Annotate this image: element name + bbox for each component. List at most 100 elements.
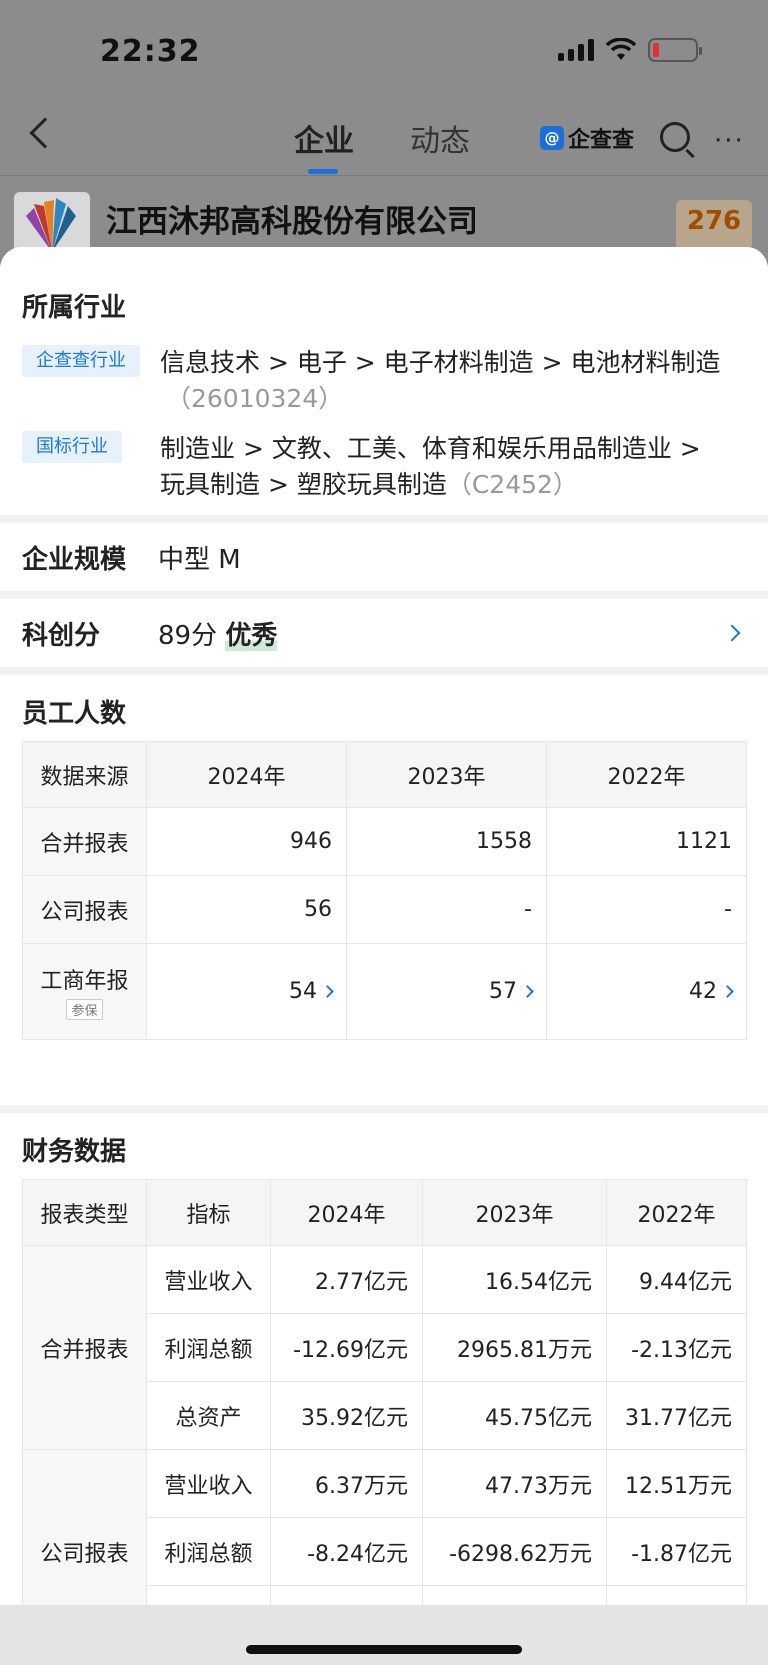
table-cell: 56 xyxy=(146,875,347,944)
insurance-tag: 参保 xyxy=(66,998,103,1020)
finance-table: 报表类型 指标 2024年 2023年 2022年 合并报表 营业收入 2.77… xyxy=(22,1179,747,1605)
brand-logo-icon: @ xyxy=(540,126,564,150)
chevron-right-icon xyxy=(521,985,534,998)
table-cell: 57 xyxy=(489,979,517,1004)
scale-row: 企业规模 中型 M xyxy=(0,523,768,591)
table-row-label: 公司报表 xyxy=(22,875,147,944)
table-row: 合并报表 946 1558 1121 xyxy=(22,807,747,876)
table-cell: 2965.81万元 xyxy=(422,1313,607,1382)
table-cell xyxy=(422,1585,607,1605)
table-row: 公司报表 营业收入 6.37万元 47.73万元 12.51万元 xyxy=(22,1449,747,1605)
qcc-industry-path[interactable]: 信息技术 > 电子 > 电子材料制造 > 电池材料制造 xyxy=(160,343,721,379)
table-header-row: 数据来源 2024年 2023年 2022年 xyxy=(22,741,747,808)
metric-cell: 利润总额 xyxy=(146,1517,271,1586)
tab-company[interactable]: 企业 xyxy=(294,116,354,174)
home-indicator-area xyxy=(0,1605,768,1665)
table-link-cell[interactable]: 42 xyxy=(546,943,747,1040)
divider xyxy=(0,667,768,675)
signal-icon xyxy=(558,39,594,61)
back-icon[interactable] xyxy=(29,117,61,149)
search-icon[interactable] xyxy=(660,122,690,152)
employees-section: 员工人数 数据来源 2024年 2023年 2022年 合并报表 946 155… xyxy=(0,675,768,1040)
table-cell: 45.75亿元 xyxy=(422,1381,607,1450)
metric-cell: 利润总额 xyxy=(146,1313,271,1382)
more-icon[interactable]: ··· xyxy=(714,126,745,156)
table-row-label: 工商年报 xyxy=(40,968,129,994)
brand-name: 企查查 xyxy=(568,128,635,153)
status-icons xyxy=(558,38,702,62)
industry-title: 所属行业 xyxy=(22,293,127,323)
metric-cell xyxy=(146,1585,271,1605)
table-row: 公司报表 56 - - xyxy=(22,875,747,944)
table-cell: 946 xyxy=(146,807,347,876)
divider xyxy=(0,591,768,599)
nav-bar: 企业 动态 @ 企查查 ··· xyxy=(0,100,768,176)
wifi-icon xyxy=(606,38,636,60)
chevron-right-icon xyxy=(721,985,734,998)
company-score-badge[interactable]: 276 xyxy=(676,200,752,250)
metric-cell: 营业收入 xyxy=(146,1245,271,1314)
tech-score-grade: 优秀 xyxy=(225,621,278,651)
employees-title: 员工人数 xyxy=(22,699,127,729)
table-header-cell: 2023年 xyxy=(346,741,547,808)
table-cell: 9.44亿元 xyxy=(606,1245,747,1314)
table-header-cell: 2024年 xyxy=(270,1179,423,1246)
table-cell: 1121 xyxy=(546,807,747,876)
table-header-cell: 指标 xyxy=(146,1179,271,1246)
report-type-cell: 公司报表 xyxy=(22,1449,147,1605)
table-cell: - xyxy=(546,875,747,944)
scale-value: 中型 M xyxy=(158,545,241,575)
industry-section: 所属行业 企查查行业 信息技术 > 电子 > 电子材料制造 > 电池材料制造 （… xyxy=(0,247,768,547)
table-row-label: 合并报表 xyxy=(22,807,147,876)
table-cell: -6298.62万元 xyxy=(422,1517,607,1586)
gb-industry-path-line1[interactable]: 制造业 > 文教、工美、体育和娱乐用品制造业 > xyxy=(160,429,701,465)
chevron-right-icon xyxy=(321,985,334,998)
scale-label: 企业规模 xyxy=(22,545,127,575)
table-cell: 54 xyxy=(289,979,317,1004)
table-cell: 31.77亿元 xyxy=(606,1381,747,1450)
battery-icon xyxy=(648,38,702,62)
table-cell: -8.24亿元 xyxy=(270,1517,423,1586)
status-bar: 22:32 xyxy=(0,0,768,100)
table-cell: 12.51万元 xyxy=(606,1449,747,1518)
table-link-cell[interactable]: 54 xyxy=(146,943,347,1040)
table-cell: 35.92亿元 xyxy=(270,1381,423,1450)
table-cell: 6.37万元 xyxy=(270,1449,423,1518)
table-cell xyxy=(606,1585,747,1605)
chevron-right-icon[interactable] xyxy=(723,624,741,642)
status-time: 22:32 xyxy=(100,34,201,69)
table-cell: 42 xyxy=(689,979,717,1004)
brand: @ 企查查 xyxy=(540,122,634,154)
home-indicator[interactable] xyxy=(246,1645,522,1654)
tech-score-row[interactable]: 科创分 89分 优秀 xyxy=(0,599,768,667)
gb-industry-path-line2[interactable]: 玩具制造 > 塑胶玩具制造 xyxy=(160,470,447,499)
table-row-label-cell: 工商年报 参保 xyxy=(22,943,147,1040)
table-cell: 1558 xyxy=(346,807,547,876)
table-cell: 16.54亿元 xyxy=(422,1245,607,1314)
table-header-cell: 数据来源 xyxy=(22,741,147,808)
metric-cell: 营业收入 xyxy=(146,1449,271,1518)
table-header-cell: 2024年 xyxy=(146,741,347,808)
table-header-cell: 2022年 xyxy=(546,741,747,808)
qcc-industry-tag: 企查查行业 xyxy=(22,345,140,377)
finance-section: 财务数据 报表类型 指标 2024年 2023年 2022年 合并报表 营业收入… xyxy=(0,1113,768,1605)
gb-industry-tag: 国标行业 xyxy=(22,431,122,463)
table-header-cell: 报表类型 xyxy=(22,1179,147,1246)
qcc-industry-code: （26010324） xyxy=(166,384,344,413)
tech-score-label: 科创分 xyxy=(22,621,101,651)
metric-cell: 总资产 xyxy=(146,1381,271,1450)
gb-industry-path-line2-wrap: 玩具制造 > 塑胶玩具制造（C2452） xyxy=(160,465,578,501)
table-cell: - xyxy=(346,875,547,944)
tech-score-value: 89分 xyxy=(158,621,218,651)
tab-news[interactable]: 动态 xyxy=(410,116,470,160)
table-link-cell[interactable]: 57 xyxy=(346,943,547,1040)
table-header-cell: 2022年 xyxy=(606,1179,747,1246)
table-header-row: 报表类型 指标 2024年 2023年 2022年 xyxy=(22,1179,747,1246)
table-header-cell: 2023年 xyxy=(422,1179,607,1246)
report-type-cell: 合并报表 xyxy=(22,1245,147,1450)
divider xyxy=(0,515,768,523)
table-cell: 47.73万元 xyxy=(422,1449,607,1518)
table-cell: -12.69亿元 xyxy=(270,1313,423,1382)
table-cell: -2.13亿元 xyxy=(606,1313,747,1382)
gb-industry-code: （C2452） xyxy=(446,470,578,499)
